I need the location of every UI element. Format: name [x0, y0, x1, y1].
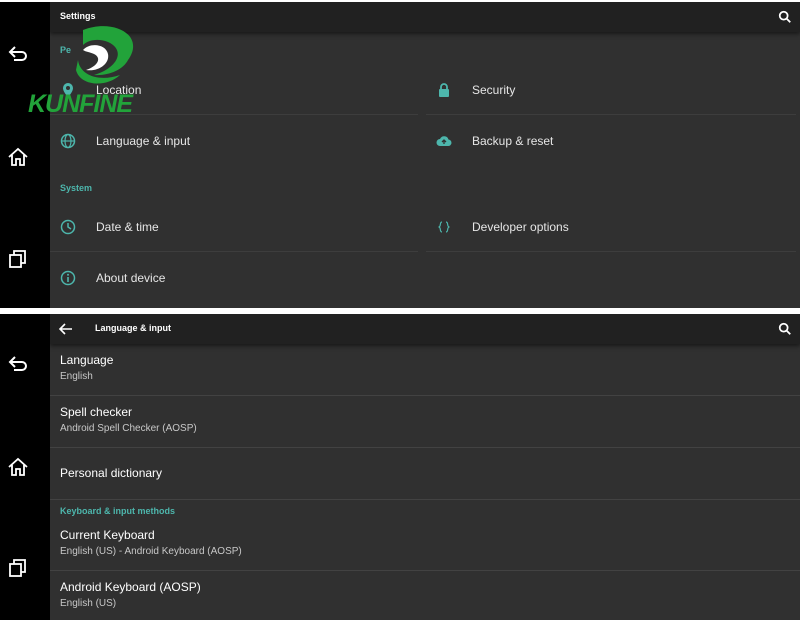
pref-title: Personal dictionary — [60, 466, 163, 480]
logo-text: KUNFINE — [28, 90, 133, 118]
search-icon[interactable] — [778, 10, 792, 24]
home-button[interactable] — [4, 143, 32, 171]
pref-summary: English (US) - Android Keyboard (AOSP) — [60, 546, 242, 557]
tile-label: Developer options — [472, 220, 569, 234]
braces-icon — [438, 221, 450, 233]
tile-developer-options[interactable]: Developer options — [426, 202, 800, 252]
arrow-back-icon[interactable] — [58, 321, 74, 337]
search-icon[interactable] — [778, 322, 792, 336]
pref-summary: English — [60, 371, 93, 382]
recents-icon — [9, 250, 26, 268]
clock-icon — [60, 219, 76, 235]
recents-icon — [9, 559, 26, 577]
info-icon — [60, 270, 76, 286]
divider — [50, 251, 418, 252]
pref-title: Spell checker — [60, 405, 133, 419]
language-input-content: Language & input Language English Spell … — [50, 314, 800, 620]
tile-label: About device — [96, 271, 166, 285]
pref-summary: Android Spell Checker (AOSP) — [60, 423, 197, 434]
pref-android-keyboard[interactable]: Android Keyboard (AOSP) English (US) — [50, 571, 800, 620]
globe-icon — [60, 133, 76, 149]
tile-label: Date & time — [96, 220, 159, 234]
section-header-system: System — [60, 183, 93, 193]
language-input-screen: Language & input Language English Spell … — [0, 314, 800, 620]
back-button[interactable] — [4, 350, 32, 378]
home-icon — [8, 457, 28, 476]
kunfine-logo: KUNFINE — [28, 20, 178, 120]
pref-summary: English (US) — [60, 598, 117, 609]
recents-button[interactable] — [4, 554, 32, 582]
section-header-keyboard: Keyboard & input methods — [60, 506, 176, 516]
home-icon — [8, 147, 28, 166]
pref-language[interactable]: Language English — [50, 344, 800, 396]
home-button[interactable] — [4, 453, 32, 481]
page-title: Language & input — [95, 323, 171, 333]
tile-language-input[interactable]: Language & input — [50, 116, 422, 166]
settings-screen: Settings Pe Location Security Language &… — [0, 2, 800, 308]
app-bar: Language & input — [50, 314, 800, 344]
tile-label: Security — [472, 83, 516, 97]
pref-title: Android Keyboard (AOSP) — [60, 580, 201, 594]
cloud-upload-icon — [436, 136, 452, 147]
recents-button[interactable] — [4, 245, 32, 273]
tile-label: Backup & reset — [472, 134, 554, 148]
tile-about-device[interactable]: About device — [50, 253, 422, 303]
back-icon — [8, 356, 27, 371]
pref-current-keyboard[interactable]: Current Keyboard English (US) - Android … — [50, 519, 800, 571]
divider — [426, 114, 796, 115]
tile-backup-reset[interactable]: Backup & reset — [426, 116, 800, 166]
divider — [426, 251, 796, 252]
lock-icon — [439, 83, 449, 97]
pref-title: Language — [60, 353, 114, 367]
tile-security[interactable]: Security — [426, 65, 800, 115]
back-icon — [8, 46, 27, 61]
pref-spell-checker[interactable]: Spell checker Android Spell Checker (AOS… — [50, 396, 800, 448]
tile-date-time[interactable]: Date & time — [50, 202, 422, 252]
tile-label: Language & input — [96, 134, 191, 148]
system-navbar — [0, 314, 50, 620]
pref-personal-dictionary[interactable]: Personal dictionary — [50, 448, 800, 500]
pref-title: Current Keyboard — [60, 528, 155, 542]
